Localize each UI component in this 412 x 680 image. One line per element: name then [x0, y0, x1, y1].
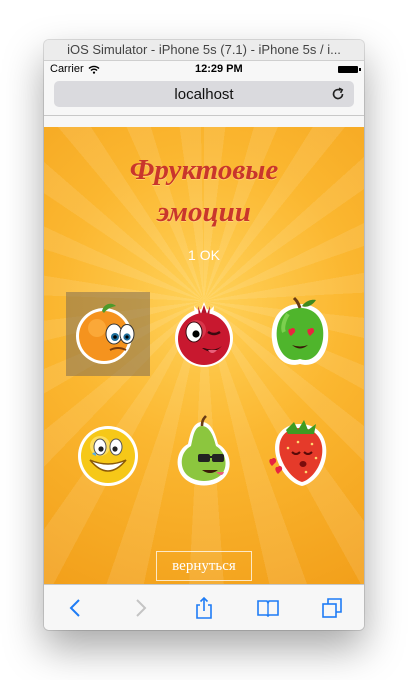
strawberry-face-icon: [269, 420, 327, 486]
tile-pear[interactable]: [162, 410, 246, 494]
wifi-icon: [88, 65, 100, 74]
carrier-label: Carrier: [50, 63, 84, 75]
battery-icon: [337, 65, 361, 73]
apple-face-icon: [271, 296, 329, 365]
tile-smiley[interactable]: [66, 410, 150, 494]
status-time: 12:29 PM: [194, 63, 243, 75]
simulator-window: iOS Simulator - iPhone 5s (7.1) - iPhone…: [44, 40, 364, 630]
reload-icon[interactable]: [330, 86, 346, 102]
fruit-grid: [44, 127, 364, 585]
game-page: Фруктовые эмоции 1 OK вернуться: [44, 127, 364, 585]
tile-strawberry[interactable]: [258, 410, 342, 494]
tile-pomegranate[interactable]: [162, 292, 246, 376]
pomegranate-face-icon: [175, 302, 233, 367]
tile-apple[interactable]: [258, 292, 342, 376]
back-arrow-icon[interactable]: [61, 593, 91, 623]
simulator-title: iOS Simulator - iPhone 5s (7.1) - iPhone…: [44, 40, 364, 61]
status-bar: Carrier 12:29 PM: [44, 61, 364, 77]
smiley-face-icon: [78, 426, 138, 486]
browser-toolbar: [44, 584, 364, 630]
back-button[interactable]: вернуться: [156, 551, 252, 581]
tabs-icon[interactable]: [317, 593, 347, 623]
url-text: localhost: [174, 85, 234, 103]
forward-arrow-icon[interactable]: [125, 593, 155, 623]
orange-face-icon: [76, 303, 135, 364]
bookmarks-icon[interactable]: [253, 593, 283, 623]
pear-face-icon: [177, 415, 230, 486]
address-bar[interactable]: localhost: [54, 81, 354, 107]
tile-orange[interactable]: [66, 292, 150, 376]
share-icon[interactable]: [189, 593, 219, 623]
